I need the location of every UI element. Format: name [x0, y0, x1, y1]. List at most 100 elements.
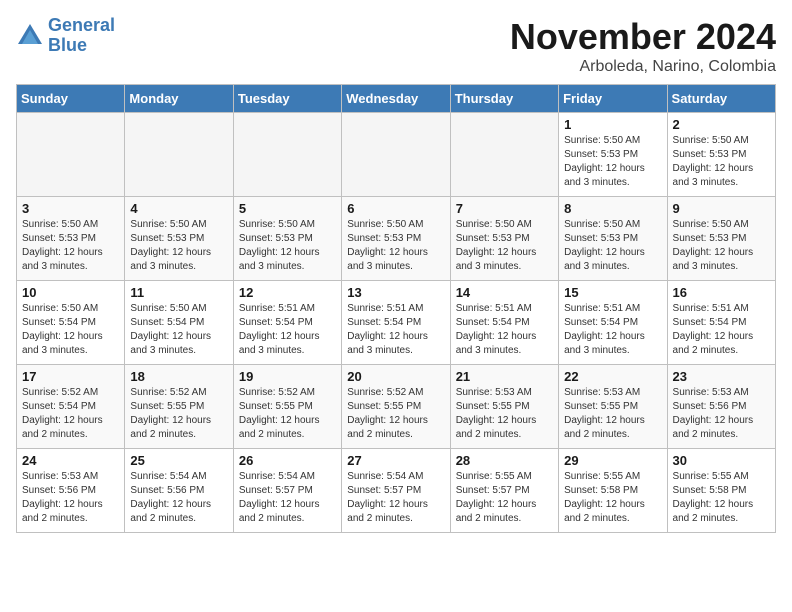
weekday-header-thursday: Thursday — [450, 85, 558, 113]
logo-icon — [16, 22, 44, 50]
day-number: 12 — [239, 285, 336, 300]
day-number: 21 — [456, 369, 553, 384]
day-number: 11 — [130, 285, 227, 300]
day-number: 8 — [564, 201, 661, 216]
weekday-header-friday: Friday — [559, 85, 667, 113]
day-info: Sunrise: 5:52 AMSunset: 5:55 PMDaylight:… — [130, 386, 227, 442]
day-number: 3 — [22, 201, 119, 216]
day-number: 30 — [673, 453, 770, 468]
calendar-cell — [233, 113, 341, 197]
title-block: November 2024 Arboleda, Narino, Colombia — [510, 16, 776, 76]
day-info: Sunrise: 5:50 AMSunset: 5:53 PMDaylight:… — [673, 134, 770, 190]
weekday-header-saturday: Saturday — [667, 85, 775, 113]
day-info: Sunrise: 5:50 AMSunset: 5:53 PMDaylight:… — [564, 218, 661, 274]
day-info: Sunrise: 5:52 AMSunset: 5:55 PMDaylight:… — [347, 386, 444, 442]
logo-text: General Blue — [48, 16, 115, 56]
day-info: Sunrise: 5:52 AMSunset: 5:54 PMDaylight:… — [22, 386, 119, 442]
calendar-cell: 27 Sunrise: 5:54 AMSunset: 5:57 PMDayligh… — [342, 449, 450, 533]
calendar-cell: 23 Sunrise: 5:53 AMSunset: 5:56 PMDayligh… — [667, 365, 775, 449]
day-number: 2 — [673, 117, 770, 132]
calendar-week-5: 24Sunrise: 5:53 AMSunset: 5:56 PMDayligh… — [17, 449, 776, 533]
weekday-header-monday: Monday — [125, 85, 233, 113]
page-header: General Blue November 2024 Arboleda, Nar… — [16, 16, 776, 76]
day-number: 19 — [239, 369, 336, 384]
day-number: 15 — [564, 285, 661, 300]
calendar-header: SundayMondayTuesdayWednesdayThursdayFrid… — [17, 85, 776, 113]
calendar-week-1: 1 Sunrise: 5:50 AMSunset: 5:53 PMDaylight… — [17, 113, 776, 197]
calendar-cell: 13 Sunrise: 5:51 AMSunset: 5:54 PMDayligh… — [342, 281, 450, 365]
day-info: Sunrise: 5:51 AMSunset: 5:54 PMDaylight:… — [673, 302, 770, 358]
day-number: 1 — [564, 117, 661, 132]
day-info: Sunrise: 5:54 AMSunset: 5:56 PMDaylight:… — [130, 470, 227, 526]
calendar-cell: 22 Sunrise: 5:53 AMSunset: 5:55 PMDayligh… — [559, 365, 667, 449]
day-number: 9 — [673, 201, 770, 216]
calendar-cell: 20 Sunrise: 5:52 AMSunset: 5:55 PMDayligh… — [342, 365, 450, 449]
day-info: Sunrise: 5:50 AMSunset: 5:54 PMDaylight:… — [130, 302, 227, 358]
calendar-cell: 3 Sunrise: 5:50 AMSunset: 5:53 PMDaylight… — [17, 197, 125, 281]
day-number: 17 — [22, 369, 119, 384]
day-info: Sunrise: 5:50 AMSunset: 5:53 PMDaylight:… — [564, 134, 661, 190]
day-info: Sunrise: 5:50 AMSunset: 5:53 PMDaylight:… — [22, 218, 119, 274]
weekday-header-tuesday: Tuesday — [233, 85, 341, 113]
calendar-cell — [17, 113, 125, 197]
day-info: Sunrise: 5:50 AMSunset: 5:53 PMDaylight:… — [130, 218, 227, 274]
calendar-cell: 9 Sunrise: 5:50 AMSunset: 5:53 PMDaylight… — [667, 197, 775, 281]
calendar-week-3: 10 Sunrise: 5:50 AMSunset: 5:54 PMDayligh… — [17, 281, 776, 365]
day-number: 22 — [564, 369, 661, 384]
calendar-week-4: 17 Sunrise: 5:52 AMSunset: 5:54 PMDayligh… — [17, 365, 776, 449]
day-info: Sunrise: 5:50 AMSunset: 5:53 PMDaylight:… — [673, 218, 770, 274]
day-info: Sunrise: 5:55 AMSunset: 5:57 PMDaylight:… — [456, 470, 553, 526]
day-info: Sunrise: 5:55 AMSunset: 5:58 PMDaylight:… — [673, 470, 770, 526]
calendar-cell: 14Sunrise: 5:51 AMSunset: 5:54 PMDayligh… — [450, 281, 558, 365]
day-info: Sunrise: 5:54 AMSunset: 5:57 PMDaylight:… — [347, 470, 444, 526]
day-info: Sunrise: 5:53 AMSunset: 5:56 PMDaylight:… — [22, 470, 119, 526]
day-number: 23 — [673, 369, 770, 384]
calendar-cell — [125, 113, 233, 197]
day-number: 27 — [347, 453, 444, 468]
day-number: 10 — [22, 285, 119, 300]
calendar-cell: 12 Sunrise: 5:51 AMSunset: 5:54 PMDayligh… — [233, 281, 341, 365]
logo: General Blue — [16, 16, 115, 56]
calendar-cell: 17 Sunrise: 5:52 AMSunset: 5:54 PMDayligh… — [17, 365, 125, 449]
day-info: Sunrise: 5:51 AMSunset: 5:54 PMDaylight:… — [564, 302, 661, 358]
calendar-cell: 24Sunrise: 5:53 AMSunset: 5:56 PMDayligh… — [17, 449, 125, 533]
day-info: Sunrise: 5:51 AMSunset: 5:54 PMDaylight:… — [347, 302, 444, 358]
calendar-cell: 1 Sunrise: 5:50 AMSunset: 5:53 PMDaylight… — [559, 113, 667, 197]
calendar-cell: 30 Sunrise: 5:55 AMSunset: 5:58 PMDayligh… — [667, 449, 775, 533]
day-info: Sunrise: 5:51 AMSunset: 5:54 PMDaylight:… — [239, 302, 336, 358]
day-number: 25 — [130, 453, 227, 468]
calendar-cell: 11 Sunrise: 5:50 AMSunset: 5:54 PMDayligh… — [125, 281, 233, 365]
day-number: 6 — [347, 201, 444, 216]
calendar-table: SundayMondayTuesdayWednesdayThursdayFrid… — [16, 84, 776, 533]
calendar-cell: 21 Sunrise: 5:53 AMSunset: 5:55 PMDayligh… — [450, 365, 558, 449]
day-info: Sunrise: 5:55 AMSunset: 5:58 PMDaylight:… — [564, 470, 661, 526]
day-number: 14 — [456, 285, 553, 300]
day-info: Sunrise: 5:53 AMSunset: 5:56 PMDaylight:… — [673, 386, 770, 442]
month-title: November 2024 — [510, 16, 776, 58]
day-info: Sunrise: 5:50 AMSunset: 5:53 PMDaylight:… — [456, 218, 553, 274]
day-number: 7 — [456, 201, 553, 216]
calendar-body: 1 Sunrise: 5:50 AMSunset: 5:53 PMDaylight… — [17, 113, 776, 533]
calendar-cell: 29Sunrise: 5:55 AMSunset: 5:58 PMDayligh… — [559, 449, 667, 533]
calendar-week-2: 3 Sunrise: 5:50 AMSunset: 5:53 PMDaylight… — [17, 197, 776, 281]
day-info: Sunrise: 5:53 AMSunset: 5:55 PMDaylight:… — [564, 386, 661, 442]
day-info: Sunrise: 5:53 AMSunset: 5:55 PMDaylight:… — [456, 386, 553, 442]
calendar-cell: 8 Sunrise: 5:50 AMSunset: 5:53 PMDaylight… — [559, 197, 667, 281]
calendar-cell: 16Sunrise: 5:51 AMSunset: 5:54 PMDayligh… — [667, 281, 775, 365]
calendar-cell: 4Sunrise: 5:50 AMSunset: 5:53 PMDaylight… — [125, 197, 233, 281]
location: Arboleda, Narino, Colombia — [510, 58, 776, 76]
logo-blue: Blue — [48, 35, 87, 55]
calendar-cell — [342, 113, 450, 197]
day-number: 28 — [456, 453, 553, 468]
day-info: Sunrise: 5:54 AMSunset: 5:57 PMDaylight:… — [239, 470, 336, 526]
day-number: 13 — [347, 285, 444, 300]
calendar-cell: 19 Sunrise: 5:52 AMSunset: 5:55 PMDayligh… — [233, 365, 341, 449]
calendar-cell: 7 Sunrise: 5:50 AMSunset: 5:53 PMDaylight… — [450, 197, 558, 281]
day-number: 20 — [347, 369, 444, 384]
calendar-cell: 6Sunrise: 5:50 AMSunset: 5:53 PMDaylight… — [342, 197, 450, 281]
calendar-cell: 2 Sunrise: 5:50 AMSunset: 5:53 PMDaylight… — [667, 113, 775, 197]
weekday-header-sunday: Sunday — [17, 85, 125, 113]
day-number: 18 — [130, 369, 227, 384]
calendar-cell: 25 Sunrise: 5:54 AMSunset: 5:56 PMDayligh… — [125, 449, 233, 533]
day-info: Sunrise: 5:52 AMSunset: 5:55 PMDaylight:… — [239, 386, 336, 442]
